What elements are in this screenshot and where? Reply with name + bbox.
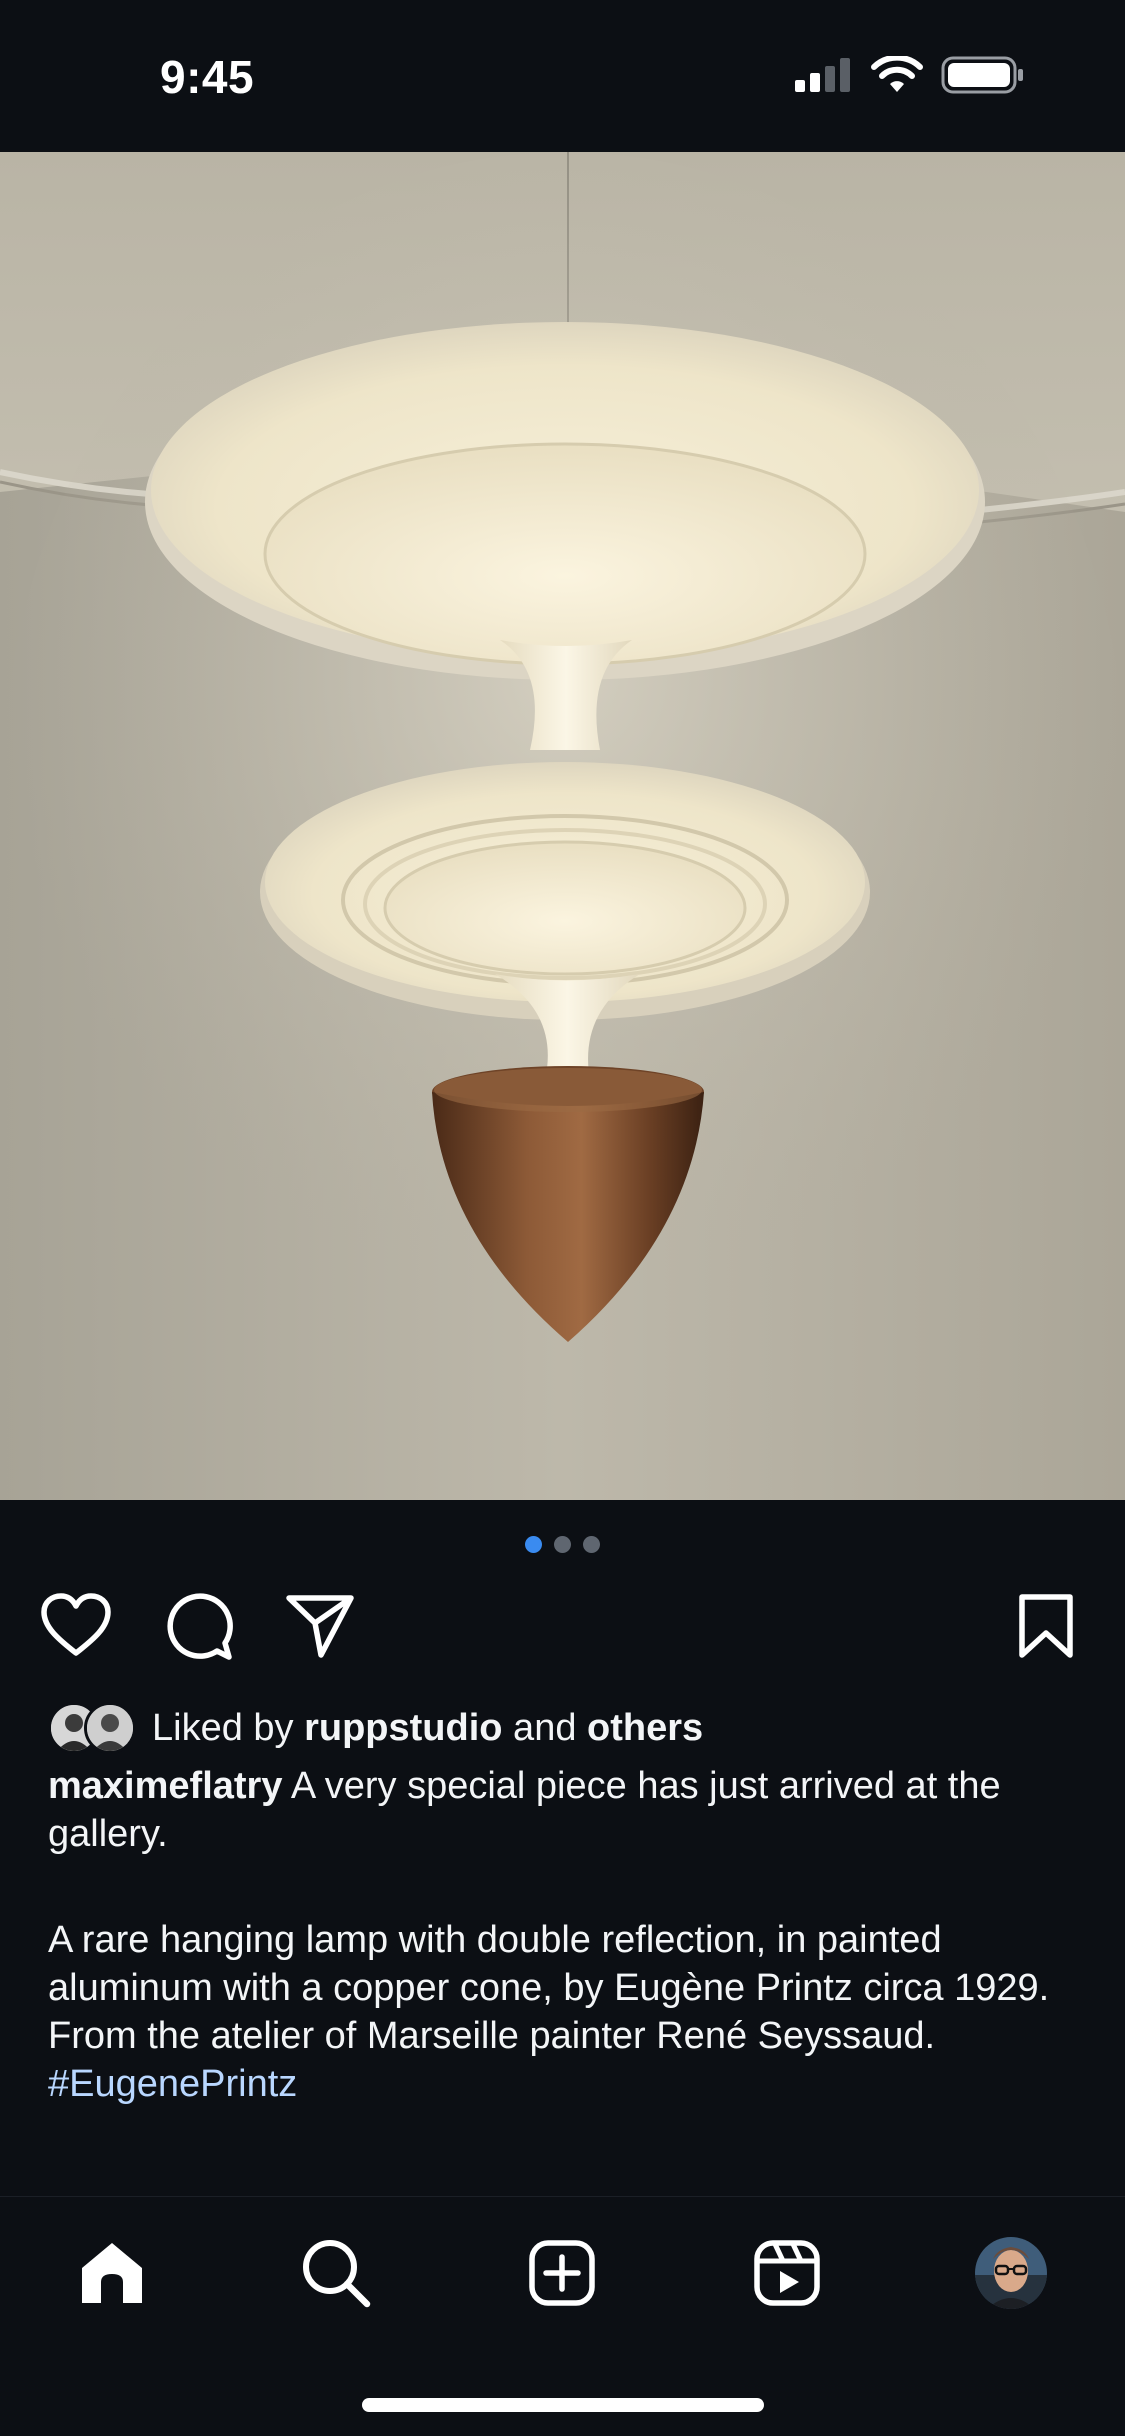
bookmark-icon [1019, 1594, 1073, 1658]
heart-icon [41, 1593, 111, 1656]
post-caption: maximeflatry A very special piece has ju… [48, 1762, 1088, 2108]
like-button[interactable] [40, 1590, 112, 1662]
likes-others[interactable]: others [587, 1707, 703, 1749]
post-image[interactable] [0, 152, 1125, 1500]
comment-button[interactable] [162, 1590, 234, 1662]
search-icon [303, 2240, 371, 2308]
wifi-icon [871, 54, 923, 99]
nav-profile[interactable] [969, 2231, 1053, 2315]
likes-text: Liked by ruppstudio and others [152, 1707, 703, 1750]
nav-create[interactable] [520, 2231, 604, 2315]
hashtag-link[interactable]: #EugenePrintz [48, 2063, 297, 2105]
carousel-indicator [0, 1536, 1125, 1553]
status-time: 9:45 [160, 51, 255, 103]
share-icon [286, 1595, 354, 1658]
nav-home[interactable] [70, 2231, 154, 2315]
likes-connector: and [502, 1706, 588, 1749]
profile-avatar [975, 2237, 1047, 2309]
status-bar: 9:45 [0, 0, 1125, 152]
nav-reels[interactable] [745, 2231, 829, 2315]
reels-icon [754, 2240, 820, 2306]
carousel-dot-active [525, 1536, 542, 1553]
save-button[interactable] [1010, 1590, 1082, 1662]
carousel-dot [583, 1536, 600, 1553]
status-icons [795, 54, 1025, 99]
liker-avatar [84, 1702, 136, 1754]
likes-row[interactable]: Liked by ruppstudio and others [48, 1700, 703, 1756]
post-actions [0, 1590, 1125, 1662]
caption-paragraph: A rare hanging lamp with double reflecti… [48, 1919, 1050, 2009]
liker-username[interactable]: ruppstudio [304, 1707, 502, 1749]
home-icon [82, 2243, 142, 2303]
caption-paragraph: From the atelier of Marseille painter Re… [48, 2015, 936, 2057]
hanging-lamp-photo [0, 152, 1125, 1500]
nav-search[interactable] [294, 2231, 378, 2315]
comment-icon [167, 1593, 233, 1660]
likes-prefix: Liked by [152, 1706, 305, 1749]
cellular-signal-icon [795, 58, 853, 97]
caption-username[interactable]: maximeflatry [48, 1765, 282, 1807]
share-button[interactable] [284, 1590, 356, 1662]
carousel-dot [554, 1536, 571, 1553]
liker-avatars [48, 1700, 144, 1756]
battery-icon [941, 56, 1025, 99]
home-indicator[interactable] [362, 2398, 764, 2412]
create-icon [529, 2240, 595, 2306]
